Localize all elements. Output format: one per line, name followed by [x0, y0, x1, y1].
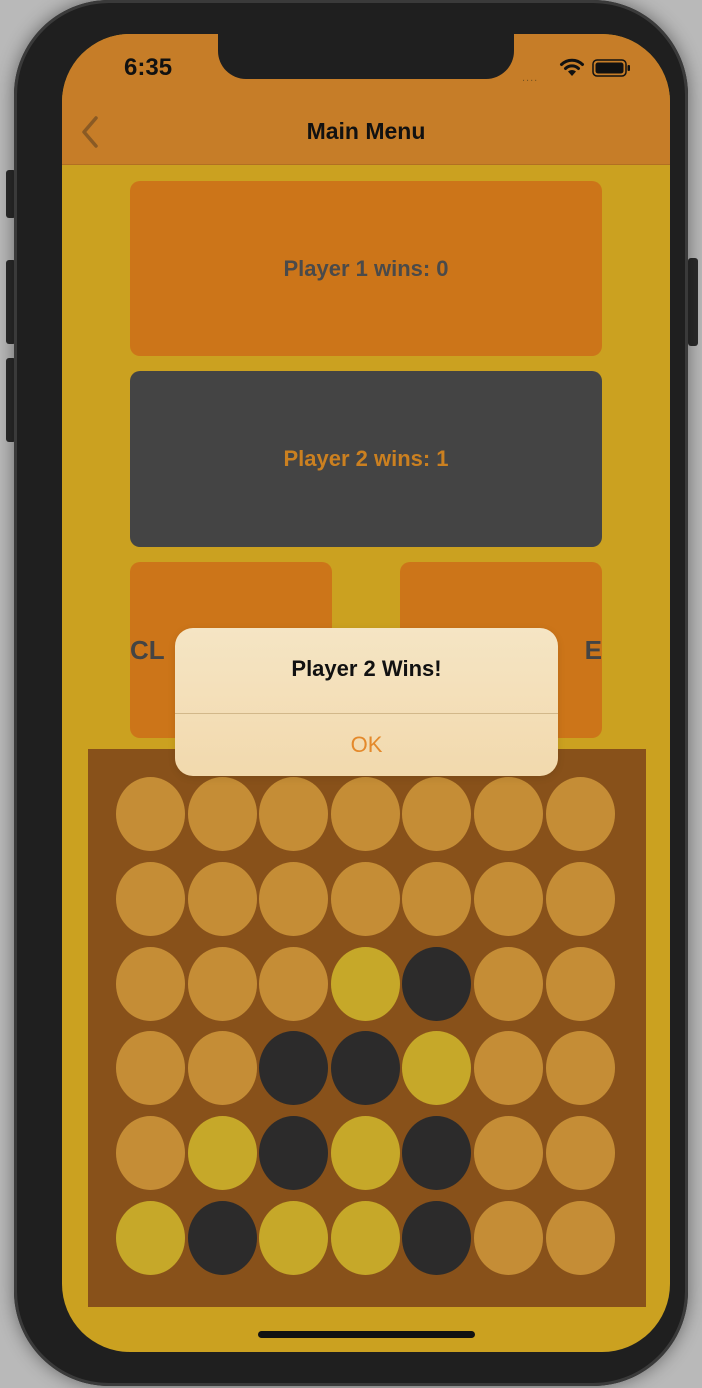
alert-ok-button[interactable]: OK [175, 714, 558, 776]
board-cell-r4-c6-empty[interactable] [474, 1031, 543, 1106]
board-cell-r5-c2-yellow[interactable] [187, 1116, 257, 1191]
player2-wins-label: Player 2 wins: 1 [283, 446, 449, 471]
board-cell-r6-c4-yellow[interactable] [330, 1201, 400, 1275]
board-cell-r1-c3-empty[interactable] [259, 777, 329, 851]
board-cell-r3-c3-empty[interactable] [259, 946, 329, 1021]
wifi-icon [560, 58, 584, 76]
notch [218, 34, 514, 79]
board-cell-r3-c5-black[interactable] [402, 946, 472, 1021]
board-cell-r4-c3-black[interactable] [259, 1031, 329, 1106]
board-cell-r5-c3-black[interactable] [259, 1116, 329, 1191]
board-cell-r2-c6-empty[interactable] [474, 861, 543, 936]
battery-icon [592, 59, 630, 77]
board-cell-r3-c4-yellow[interactable] [330, 946, 400, 1021]
board-cell-r1-c6-empty[interactable] [474, 777, 543, 851]
home-indicator[interactable] [258, 1331, 475, 1338]
board-cell-r5-c7-empty[interactable] [545, 1116, 615, 1191]
new-game-button-label: E [584, 634, 602, 665]
board-cell-r4-c2-empty[interactable] [187, 1031, 257, 1106]
board-cell-r6-c7-empty[interactable] [545, 1201, 615, 1275]
status-time: 6:35 [124, 54, 173, 81]
board-cell-r4-c7-empty[interactable] [545, 1031, 615, 1106]
board-cell-r1-c2-empty[interactable] [187, 777, 257, 851]
board-cell-r3-c6-empty[interactable] [474, 946, 543, 1021]
player2-wins-button[interactable]: Player 2 wins: 1 [130, 371, 602, 547]
board-cell-r6-c6-empty[interactable] [474, 1201, 543, 1275]
board-cell-r5-c6-empty[interactable] [474, 1116, 543, 1191]
clear-button-label: CL [130, 634, 165, 665]
board-cell-r5-c1-empty[interactable] [116, 1116, 185, 1191]
board-cell-r1-c5-empty[interactable] [402, 777, 472, 851]
board-cell-r4-c4-black[interactable] [330, 1031, 400, 1106]
board-cell-r2-c4-empty[interactable] [330, 861, 400, 936]
board-cell-r5-c4-yellow[interactable] [330, 1116, 400, 1191]
screen: 6:35 .... Main Menu Player 1 wins: 0 Pla… [62, 34, 670, 1352]
board-cell-r6-c3-yellow[interactable] [259, 1201, 329, 1275]
signal-icon: .... [522, 72, 539, 84]
board-cell-r1-c1-empty[interactable] [116, 777, 185, 851]
board-cell-r6-c1-yellow[interactable] [116, 1201, 185, 1275]
board-cell-r2-c7-empty[interactable] [545, 861, 615, 936]
board-cell-r4-c5-yellow[interactable] [402, 1031, 472, 1106]
alert-title: Player 2 Wins! [291, 656, 442, 681]
board-cell-r2-c3-empty[interactable] [259, 861, 329, 936]
board-cell-r6-c5-black[interactable] [402, 1201, 472, 1275]
board-cell-r2-c5-empty[interactable] [402, 861, 472, 936]
side-button-power [688, 258, 698, 346]
board-cell-r6-c2-black[interactable] [187, 1201, 257, 1275]
alert-dialog: Player 2 Wins! OK [175, 628, 558, 776]
board-cell-r5-c5-black[interactable] [402, 1116, 472, 1191]
board-cell-r1-c4-empty[interactable] [330, 777, 400, 851]
board-cell-r2-c1-empty[interactable] [116, 861, 185, 936]
board-cell-r2-c2-empty[interactable] [187, 861, 257, 936]
board-cell-r4-c1-empty[interactable] [116, 1031, 185, 1106]
board-cell-r3-c1-empty[interactable] [116, 946, 185, 1021]
player1-wins-button[interactable]: Player 1 wins: 0 [130, 181, 602, 356]
navigation-bar: 6:35 .... Main Menu [62, 34, 670, 165]
board-cell-r3-c7-empty[interactable] [545, 946, 615, 1021]
player1-wins-label: Player 1 wins: 0 [283, 255, 449, 281]
board-cell-r3-c2-empty[interactable] [187, 946, 257, 1021]
page-title: Main Menu [306, 118, 426, 144]
board-cell-r1-c7-empty[interactable] [545, 777, 615, 851]
game-board[interactable] [88, 749, 646, 1307]
phone-frame: 6:35 .... Main Menu Player 1 wins: 0 Pla… [14, 0, 688, 1386]
